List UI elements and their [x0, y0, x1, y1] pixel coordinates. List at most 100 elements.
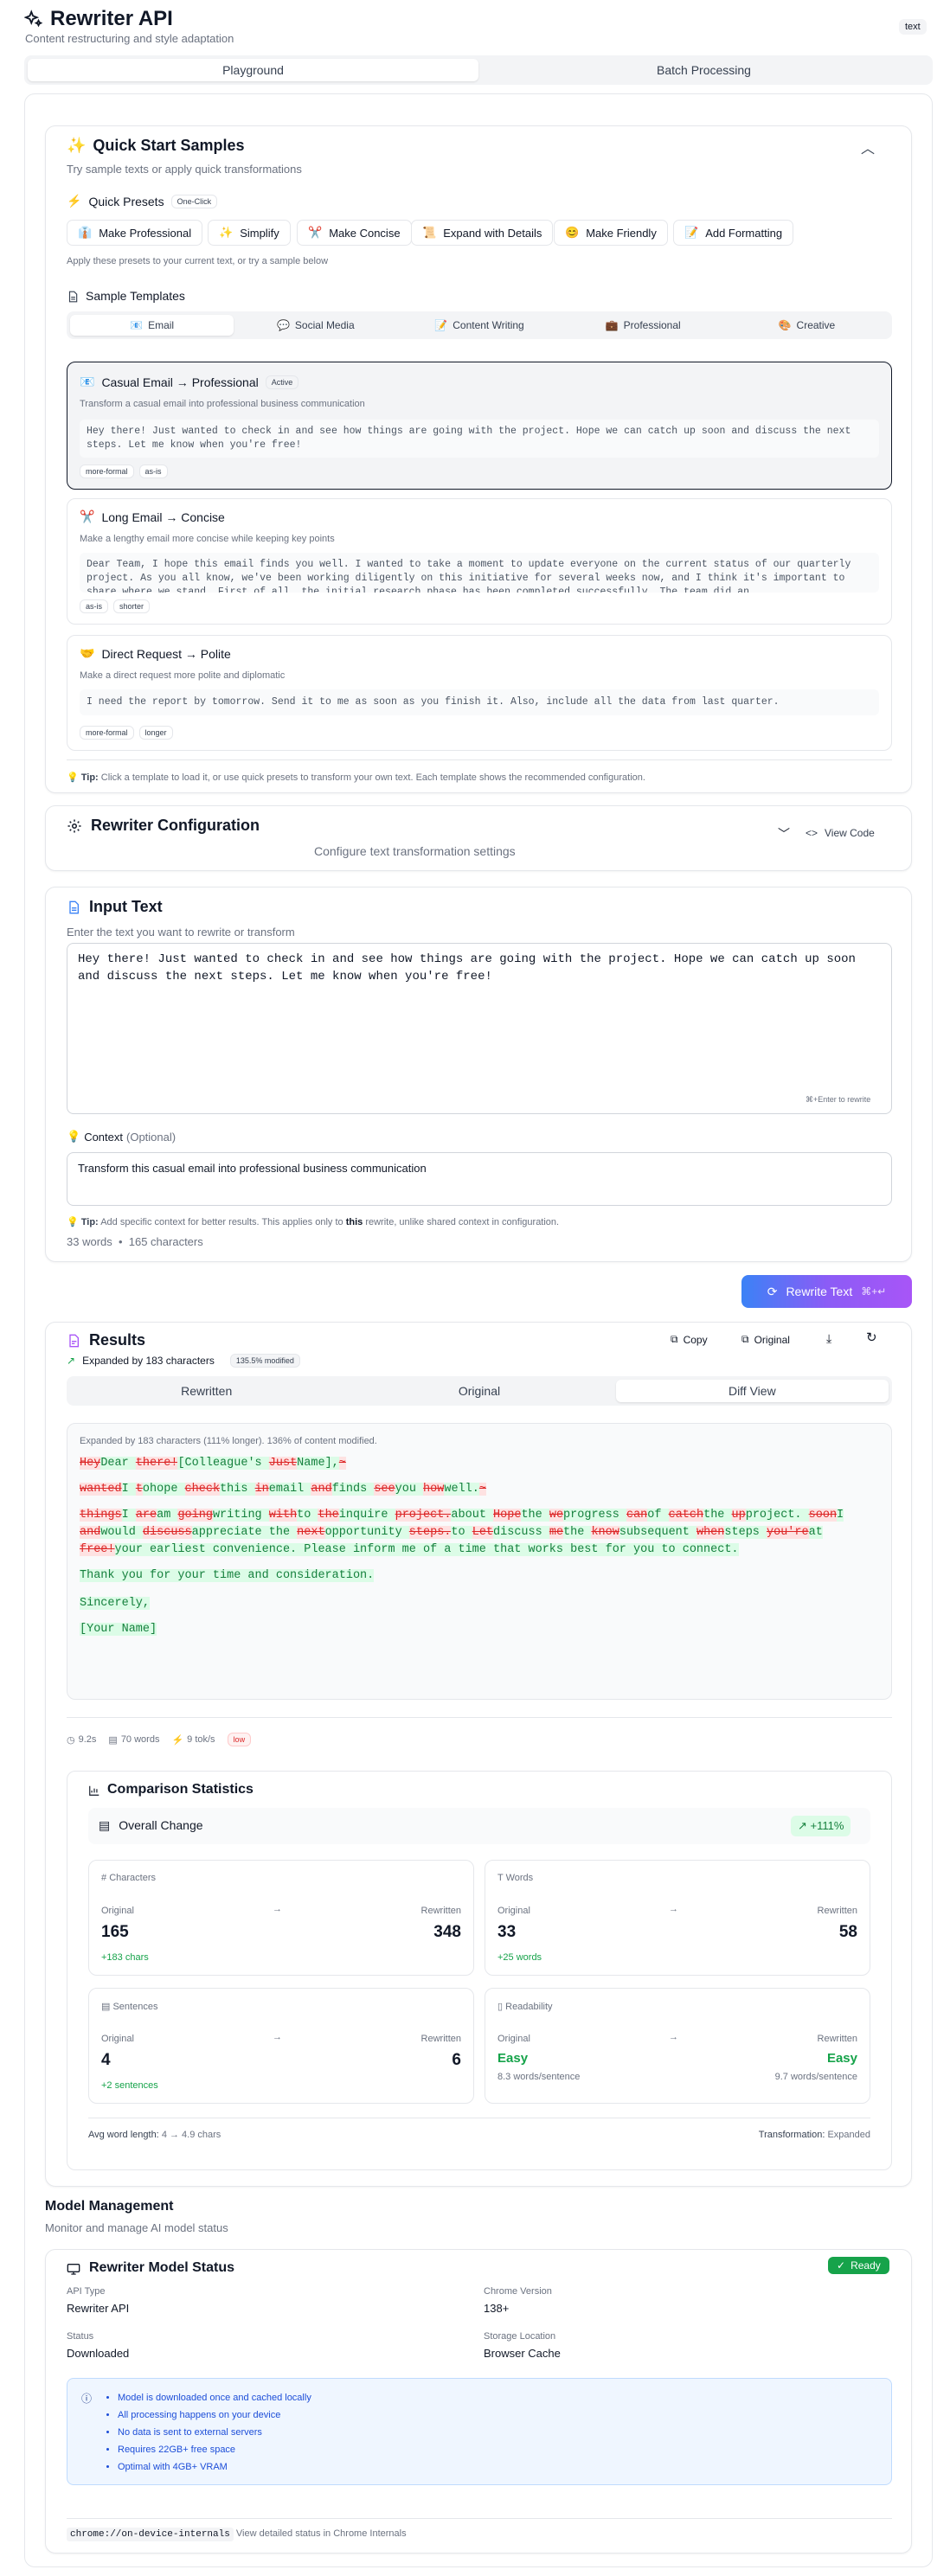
list-item: Model is downloaded once and cached loca… [118, 2389, 311, 2406]
tip-text: rewrite, unlike shared context in config… [365, 1217, 560, 1227]
avg-label: Avg word length: [88, 2130, 159, 2140]
tab-batch-processing[interactable]: Batch Processing [478, 59, 929, 81]
sample-long-email[interactable]: ✂️ Long Email → Concise Make a lengthy e… [67, 498, 892, 625]
preset-label: Make Professional [99, 226, 192, 240]
tag: as-is [138, 465, 168, 478]
word-count: 33 words [67, 1235, 112, 1248]
tab-label: Professional [623, 319, 681, 331]
original-label: Original [101, 1906, 134, 1916]
readability-note: 9.7 words/sentence [774, 2072, 857, 2082]
stat-characters: # Characters Original → Rewritten 165 34… [88, 1860, 474, 1976]
chevron-down-icon[interactable]: ﹀ [778, 825, 790, 843]
preset-add-formatting[interactable]: 📝 Add Formatting [673, 220, 794, 246]
diff-added: the [521, 1509, 549, 1522]
memo-icon: 📝 [684, 226, 699, 239]
shortcut-hint: ⌘+Enter to rewrite [806, 1095, 871, 1104]
diff-removed: steps. [408, 1526, 452, 1539]
tab-content-writing[interactable]: 📝 Content Writing [397, 315, 561, 336]
internals-link[interactable]: chrome://on-device-internals [67, 2528, 234, 2541]
list-item: Optimal with 4GB+ VRAM [118, 2458, 311, 2476]
diff-removed: wanted [80, 1483, 122, 1496]
diff-added: I [121, 1483, 136, 1496]
preset-make-concise[interactable]: ✂️ Make Concise [297, 220, 412, 246]
config-card[interactable]: Rewriter Configuration Configure text tr… [45, 805, 912, 871]
view-code-button[interactable]: <> View Code [806, 827, 875, 839]
chevron-up-icon[interactable]: ︿ [861, 137, 875, 157]
sample-title: Casual Email → Professional [101, 375, 259, 389]
quick-start-tip: 💡 Tip: Click a template to load it, or u… [67, 772, 645, 783]
field-value: 138+ [484, 2302, 510, 2315]
preset-simplify[interactable]: ✨ Simplify [208, 220, 291, 246]
model-section-title: Model Management [45, 2199, 174, 2214]
sample-text: Dear Team, I hope this email finds you w… [80, 553, 879, 593]
stat-rewritten: 6 [452, 2051, 461, 2069]
divider [67, 1717, 892, 1718]
preset-make-professional[interactable]: 👔 Make Professional [67, 220, 203, 246]
document-icon [67, 899, 80, 914]
diff-added: to [297, 1509, 318, 1522]
diff-added: opportunity [324, 1526, 409, 1539]
sample-direct-request[interactable]: 🤝 Direct Request → Polite Make a direct … [67, 635, 892, 751]
list-item: No data is sent to external servers [118, 2424, 311, 2441]
reset-icon[interactable]: ↻ [866, 1330, 877, 1345]
diff-removed: in [254, 1483, 269, 1496]
input-title: Input Text [89, 898, 163, 915]
transform-label: Transformation: [758, 2130, 825, 2140]
ready-badge: ✓ Ready [828, 2257, 889, 2274]
tab-rewritten[interactable]: Rewritten [70, 1380, 343, 1402]
tab-playground[interactable]: Playground [28, 59, 478, 81]
arrow-right-icon: → [669, 1904, 678, 1914]
divider [67, 2518, 892, 2519]
diff-added: about [451, 1509, 494, 1522]
context-input[interactable]: Transform this casual email into profess… [67, 1152, 892, 1206]
presets-badge: One-Click [170, 194, 218, 208]
diff-removed: catch [668, 1509, 704, 1522]
diff-removed: Just [268, 1457, 298, 1470]
diff-added: writing [212, 1509, 269, 1522]
document-edit-icon [67, 1332, 80, 1348]
tab-professional[interactable]: 💼 Professional [562, 315, 725, 336]
input-textarea[interactable]: Hey there! Just wanted to check in and s… [67, 943, 892, 1114]
tab-creative[interactable]: 🎨 Creative [725, 315, 889, 336]
briefcase-icon: 👔 [78, 226, 93, 239]
copy-icon: ⧉ [741, 1333, 749, 1345]
sample-desc: Make a lengthy email more concise while … [80, 534, 335, 544]
diff-added: email [268, 1483, 311, 1496]
tab-diff-view[interactable]: Diff View [615, 1380, 889, 1402]
quick-start-title: Quick Start Samples [93, 137, 245, 154]
rewrite-button[interactable]: ⟳ Rewrite Text ⌘+↵ [741, 1275, 912, 1308]
quick-start-card: ✨ Quick Start Samples ︿ Try sample texts… [45, 125, 912, 793]
comparison-stats: Comparison Statistics ▤ Overall Change ↗ … [67, 1771, 892, 2170]
input-tip: 💡 Tip: Add specific context for better r… [67, 1216, 559, 1227]
config-subtitle: Configure text transformation settings [314, 844, 516, 858]
avg-value: 4 → 4.9 chars [161, 2130, 221, 2140]
diff-removed: see [374, 1483, 395, 1496]
diff-added: at [808, 1526, 823, 1539]
diff-added: [Your Name] [80, 1623, 157, 1636]
diff-line: HeyDear there![Colleague's JustName],~ [80, 1455, 879, 1472]
diff-removed: you're [767, 1526, 809, 1539]
tab-social-media[interactable]: 💬 Social Media [234, 315, 397, 336]
tag: shorter [113, 599, 151, 613]
tab-email[interactable]: 📧 Email [70, 315, 234, 336]
active-badge: Active [265, 375, 299, 389]
preset-make-friendly[interactable]: 😊 Make Friendly [554, 220, 668, 246]
preset-expand-details[interactable]: 📜 Expand with Details [411, 220, 554, 246]
diff-added: finds [331, 1483, 375, 1496]
briefcase-icon: 💼 [605, 319, 619, 331]
diff-added: the [563, 1526, 592, 1539]
copy-button[interactable]: ⧉ Copy [671, 1333, 708, 1346]
model-section-subtitle: Monitor and manage AI model status [45, 2221, 228, 2234]
field-value: Rewriter API [67, 2302, 130, 2315]
diff-added: o [142, 1483, 151, 1496]
diff-added: I [121, 1509, 136, 1522]
tab-original[interactable]: Original [343, 1380, 615, 1402]
diff-removed: going [177, 1509, 213, 1522]
sample-casual-email[interactable]: 📧 Casual Email → Professional Active Tra… [67, 362, 892, 490]
diff-added: the [703, 1509, 732, 1522]
result-tabs: Rewritten Original Diff View [67, 1376, 892, 1406]
download-icon[interactable]: ⤓ [826, 1331, 831, 1346]
diff-added: subsequent [619, 1526, 696, 1539]
overall-value-text: +111% [810, 1819, 844, 1832]
original-button[interactable]: ⧉ Original [741, 1333, 790, 1346]
